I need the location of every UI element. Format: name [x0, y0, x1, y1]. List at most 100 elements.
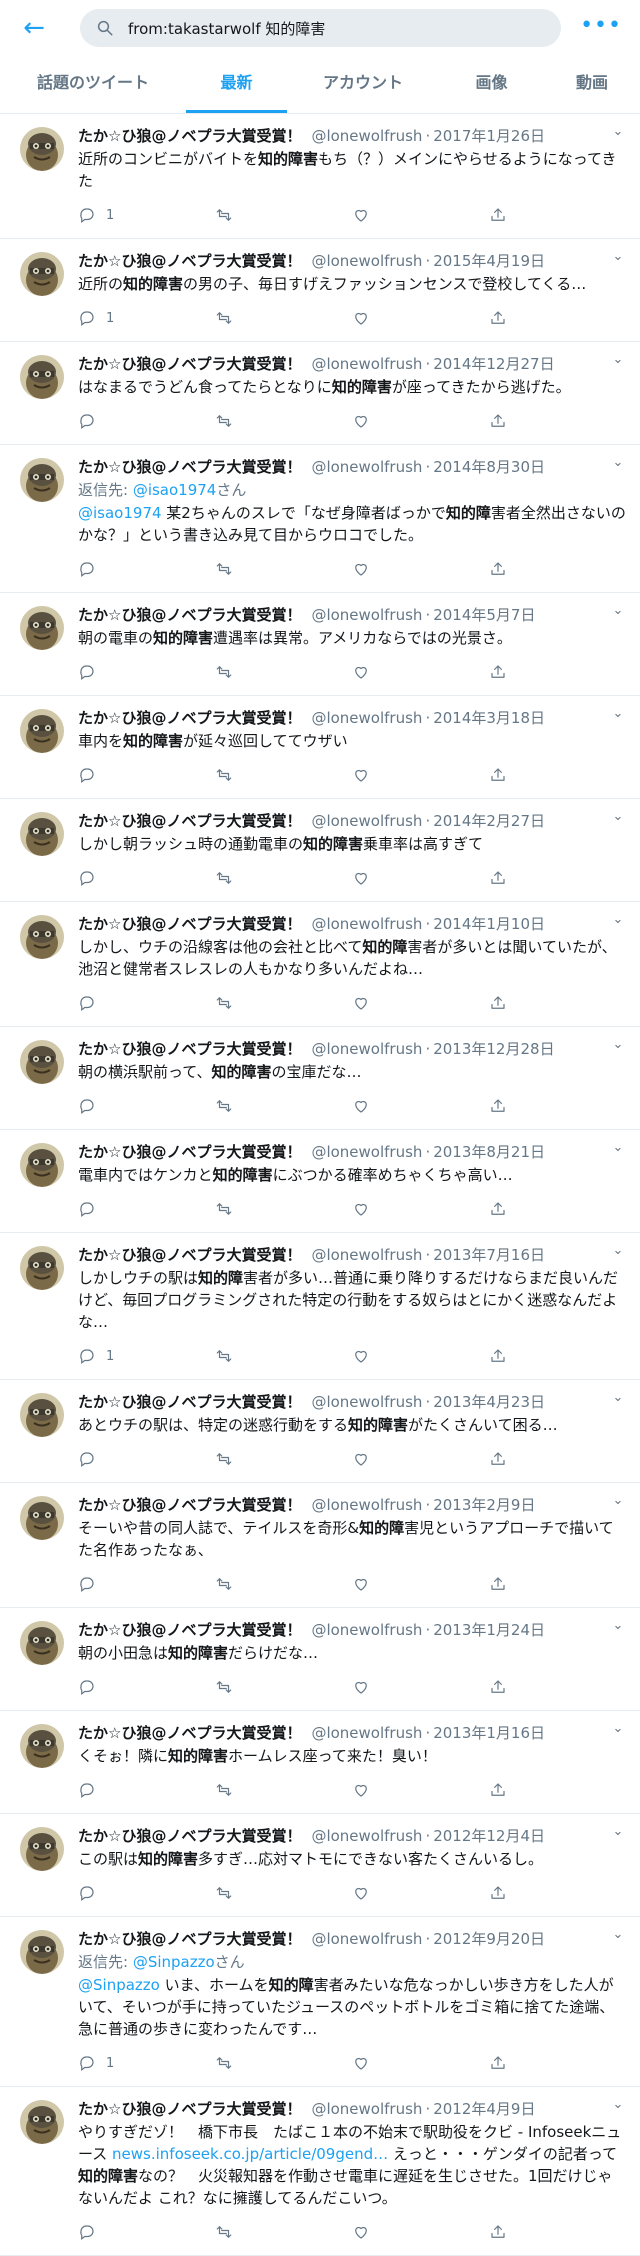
chevron-down-icon[interactable]: ⌄	[610, 1824, 626, 1840]
tweet[interactable]: ⌄ たか☆ひ狼@ノベプラ大賞受賞！ @lonewolfrush · 2013年4月23日…	[0, 1380, 640, 1483]
share-button[interactable]	[489, 2054, 626, 2072]
like-button[interactable]	[352, 1575, 489, 1593]
tweet-date[interactable]: 2014年2月27日	[433, 810, 545, 831]
retweet-button[interactable]	[215, 1347, 352, 1365]
tweet[interactable]: ⌄ たか☆ひ狼@ノベプラ大賞受賞！ @lonewolfrush · 2014年12月27…	[0, 342, 640, 445]
retweet-button[interactable]	[215, 1575, 352, 1593]
reply-button[interactable]	[78, 1097, 215, 1115]
tweet[interactable]: ⌄ たか☆ひ狼@ノベプラ大賞受賞！ @lonewolfrush · 2014年5月7日朝…	[0, 593, 640, 696]
author-name[interactable]: たか☆ひ狼@ノベプラ大賞受賞！	[78, 1825, 301, 1846]
retweet-button[interactable]	[215, 1200, 352, 1218]
tweet[interactable]: ⌄ たか☆ひ狼@ノベプラ大賞受賞！ @lonewolfrush · 2013年2月9日そ…	[0, 1483, 640, 1608]
avatar[interactable]	[20, 1393, 64, 1437]
tweet[interactable]: ⌄ たか☆ひ狼@ノベプラ大賞受賞！ @lonewolfrush · 2013年1月24日…	[0, 1608, 640, 1711]
like-button[interactable]	[352, 1678, 489, 1696]
like-button[interactable]	[352, 412, 489, 430]
tweet-date[interactable]: 2012年12月4日	[433, 1825, 545, 1846]
chevron-down-icon[interactable]: ⌄	[610, 455, 626, 471]
tweet[interactable]: ⌄ たか☆ひ狼@ノベプラ大賞受賞！ @lonewolfrush · 2014年2月27日…	[0, 799, 640, 902]
retweet-button[interactable]	[215, 1884, 352, 1902]
tweet[interactable]: ⌄ たか☆ひ狼@ノベプラ大賞受賞！ @lonewolfrush · 2013年12月28…	[0, 1027, 640, 1130]
author-name[interactable]: たか☆ひ狼@ノベプラ大賞受賞！	[78, 456, 301, 477]
avatar[interactable]	[20, 2100, 64, 2144]
avatar[interactable]	[20, 1040, 64, 1084]
tweet-date[interactable]: 2014年8月30日	[433, 456, 545, 477]
tweet-date[interactable]: 2014年12月27日	[433, 353, 554, 374]
retweet-button[interactable]	[215, 560, 352, 578]
reply-button[interactable]: 1	[78, 2054, 215, 2072]
share-button[interactable]	[489, 1200, 626, 1218]
reply-button[interactable]	[78, 869, 215, 887]
reply-mention[interactable]: @isao1974	[133, 481, 217, 499]
avatar[interactable]	[20, 1621, 64, 1665]
tweet[interactable]: ⌄ たか☆ひ狼@ノベプラ大賞受賞！ @lonewolfrush · 2014年3月18日…	[0, 696, 640, 799]
reply-button[interactable]	[78, 1678, 215, 1696]
author-name[interactable]: たか☆ひ狼@ノベプラ大賞受賞！	[78, 1619, 301, 1640]
avatar[interactable]	[20, 812, 64, 856]
tweet[interactable]: ⌄ たか☆ひ狼@ノベプラ大賞受賞！ @lonewolfrush · 2017年1月26日…	[0, 114, 640, 239]
chevron-down-icon[interactable]: ⌄	[610, 2097, 626, 2113]
retweet-button[interactable]	[215, 869, 352, 887]
back-arrow-icon[interactable]: ←	[16, 10, 52, 46]
like-button[interactable]	[352, 869, 489, 887]
avatar[interactable]	[20, 1827, 64, 1871]
chevron-down-icon[interactable]: ⌄	[610, 1927, 626, 1943]
tweet-date[interactable]: 2013年1月24日	[433, 1619, 545, 1640]
share-button[interactable]	[489, 663, 626, 681]
more-icon[interactable]: •••	[580, 12, 622, 40]
chevron-down-icon[interactable]: ⌄	[610, 1493, 626, 1509]
tweet[interactable]: ⌄ たか☆ひ狼@ノベプラ大賞受賞！ @lonewolfrush · 2015年4月19日…	[0, 239, 640, 342]
avatar[interactable]	[20, 1246, 64, 1290]
chevron-down-icon[interactable]: ⌄	[610, 912, 626, 928]
share-button[interactable]	[489, 869, 626, 887]
tweet[interactable]: ⌄ たか☆ひ狼@ノベプラ大賞受賞！ @lonewolfrush · 2013年8月21日…	[0, 1130, 640, 1233]
retweet-button[interactable]	[215, 1097, 352, 1115]
chevron-down-icon[interactable]: ⌄	[610, 1390, 626, 1406]
author-name[interactable]: たか☆ひ狼@ノベプラ大賞受賞！	[78, 810, 301, 831]
avatar[interactable]	[20, 1143, 64, 1187]
author-name[interactable]: たか☆ひ狼@ノベプラ大賞受賞！	[78, 1141, 301, 1162]
share-button[interactable]	[489, 1347, 626, 1365]
retweet-button[interactable]	[215, 309, 352, 327]
tweet-date[interactable]: 2014年3月18日	[433, 707, 545, 728]
like-button[interactable]	[352, 663, 489, 681]
reply-button[interactable]: 1	[78, 1347, 215, 1365]
share-button[interactable]	[489, 1884, 626, 1902]
retweet-button[interactable]	[215, 1450, 352, 1468]
tweet-link[interactable]: news.infoseek.co.jp/article/09gend…	[112, 2145, 388, 2163]
tweet-link[interactable]: @isao1974	[78, 504, 162, 522]
avatar[interactable]	[20, 458, 64, 502]
chevron-down-icon[interactable]: ⌄	[610, 352, 626, 368]
tweet[interactable]: ⌄ たか☆ひ狼@ノベプラ大賞受賞！ @lonewolfrush · 2012年4月9日や…	[0, 2087, 640, 2256]
like-button[interactable]	[352, 1781, 489, 1799]
reply-button[interactable]	[78, 2223, 215, 2241]
reply-button[interactable]	[78, 1575, 215, 1593]
like-button[interactable]	[352, 2223, 489, 2241]
retweet-button[interactable]	[215, 2054, 352, 2072]
tweet[interactable]: ⌄ たか☆ひ狼@ノベプラ大賞受賞！ @lonewolfrush · 2014年1月10日…	[0, 902, 640, 1027]
tweet[interactable]: ⌄ たか☆ひ狼@ノベプラ大賞受賞！ @lonewolfrush · 2014年8月30日…	[0, 445, 640, 593]
share-button[interactable]	[489, 412, 626, 430]
tweet-date[interactable]: 2013年7月16日	[433, 1244, 545, 1265]
share-button[interactable]	[489, 1450, 626, 1468]
author-name[interactable]: たか☆ひ狼@ノベプラ大賞受賞！	[78, 1494, 301, 1515]
tweet[interactable]: ⌄ たか☆ひ狼@ノベプラ大賞受賞！ @lonewolfrush · 2013年7月16日…	[0, 1233, 640, 1380]
tweet-date[interactable]: 2012年9月20日	[433, 1928, 545, 1949]
reply-button[interactable]	[78, 1781, 215, 1799]
reply-button[interactable]	[78, 1884, 215, 1902]
chevron-down-icon[interactable]: ⌄	[610, 603, 626, 619]
tab-top[interactable]: 話題のツイート	[0, 56, 186, 113]
tab-photos[interactable]: 画像	[439, 56, 544, 113]
reply-button[interactable]: 1	[78, 206, 215, 224]
tweet[interactable]: ⌄ たか☆ひ狼@ノベプラ大賞受賞！ @lonewolfrush · 2013年1月16日…	[0, 1711, 640, 1814]
author-name[interactable]: たか☆ひ狼@ノベプラ大賞受賞！	[78, 913, 301, 934]
tweet-date[interactable]: 2012年4月9日	[433, 2098, 535, 2119]
tweet-date[interactable]: 2013年12月28日	[433, 1038, 554, 1059]
retweet-button[interactable]	[215, 994, 352, 1012]
author-name[interactable]: たか☆ひ狼@ノベプラ大賞受賞！	[78, 1928, 301, 1949]
tweet[interactable]: ⌄ たか☆ひ狼@ノベプラ大賞受賞！ @lonewolfrush · 2012年12月4日…	[0, 1814, 640, 1917]
chevron-down-icon[interactable]: ⌄	[610, 809, 626, 825]
share-button[interactable]	[489, 766, 626, 784]
chevron-down-icon[interactable]: ⌄	[610, 1037, 626, 1053]
chevron-down-icon[interactable]: ⌄	[610, 706, 626, 722]
